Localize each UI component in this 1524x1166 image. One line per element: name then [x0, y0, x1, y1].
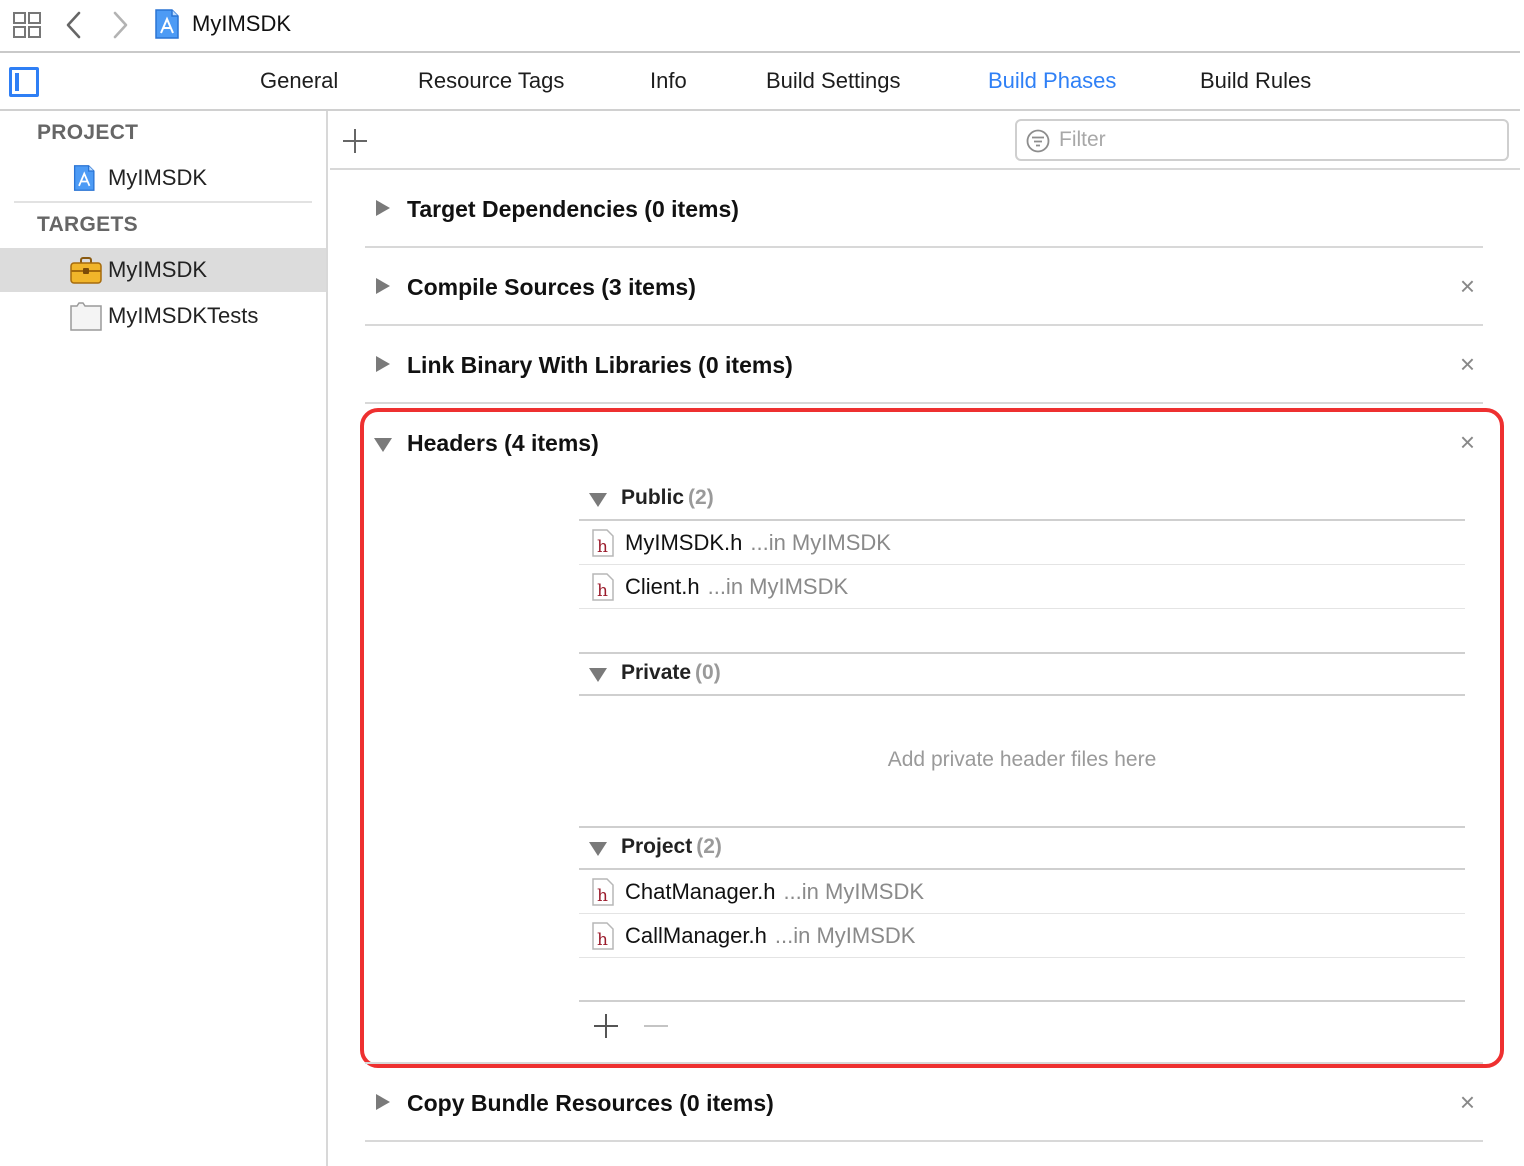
- headers-footer: [579, 1000, 1465, 1002]
- framework-toolbox-icon: [70, 257, 102, 284]
- header-file-icon: h: [592, 573, 614, 601]
- header-file-row[interactable]: h Client.h ...in MyIMSDK: [579, 565, 1465, 609]
- chevron-left-icon[interactable]: [62, 10, 86, 40]
- section-count: (0): [695, 661, 721, 684]
- header-file-icon: h: [592, 922, 614, 950]
- disclosure-triangle-icon[interactable]: [589, 493, 607, 507]
- section-name: Project: [621, 835, 693, 858]
- disclosure-triangle-icon[interactable]: [376, 278, 390, 294]
- close-icon[interactable]: ×: [1460, 429, 1475, 455]
- header-file-row[interactable]: h CallManager.h ...in MyIMSDK: [579, 914, 1465, 958]
- file-location: ...in MyIMSDK: [750, 530, 891, 555]
- file-name: ChatManager.h: [625, 879, 776, 904]
- divider: [579, 694, 1465, 696]
- svg-text:h: h: [597, 537, 608, 557]
- sidebar-item-target-myimsdk[interactable]: MyIMSDK: [0, 248, 326, 292]
- add-header-button[interactable]: [594, 1014, 618, 1038]
- section-name: Private: [621, 661, 692, 684]
- breadcrumb-project-label[interactable]: MyIMSDK: [192, 11, 291, 37]
- headers-project-section: Project (2) h ChatManager.h ...in MyIMSDK …: [579, 826, 1465, 958]
- phase-title: Headers (4 items): [407, 430, 599, 456]
- tab-resource-tags[interactable]: Resource Tags: [418, 68, 564, 94]
- section-header: Public (2): [579, 479, 1465, 519]
- divider: [365, 324, 1483, 326]
- divider: [579, 1000, 1465, 1002]
- targets-section-header: TARGETS: [37, 213, 138, 236]
- tab-general[interactable]: General: [260, 68, 338, 94]
- sidebar-item-label: MyIMSDK: [108, 257, 207, 282]
- divider: [365, 1062, 1483, 1064]
- top-toolbar: MyIMSDK: [0, 0, 1520, 53]
- file-name: MyIMSDK.h: [625, 530, 743, 555]
- sidebar-item-label: MyIMSDKTests: [108, 303, 259, 328]
- tab-build-rules[interactable]: Build Rules: [1200, 68, 1311, 94]
- disclosure-triangle-icon[interactable]: [589, 842, 607, 856]
- disclosure-triangle-icon[interactable]: [374, 438, 392, 452]
- section-header: Project (2): [579, 828, 1465, 868]
- disclosure-triangle-icon[interactable]: [376, 1094, 390, 1110]
- filter-field[interactable]: [1015, 119, 1509, 161]
- phase-title: Target Dependencies (0 items): [407, 196, 739, 222]
- phase-title: Compile Sources (3 items): [407, 274, 696, 300]
- build-phases-editor: Target Dependencies (0 items) Compile So…: [330, 111, 1520, 1166]
- divider: [365, 246, 1483, 248]
- editor-tab-bar: General Resource Tags Info Build Setting…: [0, 53, 1520, 111]
- empty-drop-hint: Add private header files here: [887, 748, 1157, 771]
- divider: [365, 402, 1483, 404]
- headers-public-section: Public (2) h MyIMSDK.h ...in MyIMSDK h Cli…: [579, 479, 1465, 609]
- header-file-row[interactable]: h ChatManager.h ...in MyIMSDK: [579, 870, 1465, 914]
- headers-private-section: Private (0) Add private header files here: [579, 652, 1465, 771]
- file-name: CallManager.h: [625, 923, 767, 948]
- phase-compile-sources[interactable]: Compile Sources (3 items) ×: [365, 273, 1483, 304]
- tab-info[interactable]: Info: [650, 68, 687, 94]
- disclosure-triangle-icon[interactable]: [376, 356, 390, 372]
- sidebar-toggle-icon[interactable]: [9, 67, 39, 97]
- section-name: Public: [621, 486, 685, 509]
- file-location: ...in MyIMSDK: [774, 923, 916, 948]
- disclosure-triangle-icon[interactable]: [589, 668, 607, 682]
- section-count: (2): [696, 835, 722, 858]
- grid-icon[interactable]: [13, 12, 41, 38]
- project-section-header: PROJECT: [37, 121, 139, 144]
- file-location: ...in MyIMSDK: [707, 574, 849, 599]
- header-file-icon: h: [592, 529, 614, 557]
- svg-text:h: h: [597, 581, 608, 601]
- close-icon[interactable]: ×: [1460, 351, 1475, 377]
- phase-title: Copy Bundle Resources (0 items): [407, 1090, 774, 1116]
- sidebar-divider: [14, 201, 312, 203]
- xcode-project-icon: [73, 165, 95, 191]
- header-file-row[interactable]: h MyIMSDK.h ...in MyIMSDK: [579, 521, 1465, 565]
- section-count: (2): [688, 486, 714, 509]
- close-icon[interactable]: ×: [1460, 273, 1475, 299]
- sidebar-item-target-myimsdktests[interactable]: MyIMSDKTests: [0, 294, 326, 338]
- tab-build-settings[interactable]: Build Settings: [766, 68, 901, 94]
- phase-target-dependencies[interactable]: Target Dependencies (0 items): [365, 196, 1483, 226]
- close-icon[interactable]: ×: [1460, 1089, 1475, 1115]
- headers-toolbar: [590, 1012, 710, 1042]
- tab-build-phases[interactable]: Build Phases: [988, 68, 1116, 94]
- test-bundle-icon: [70, 302, 102, 331]
- phase-title: Link Binary With Libraries (0 items): [407, 352, 793, 378]
- filter-icon: [1026, 129, 1050, 153]
- remove-header-button[interactable]: [644, 1025, 668, 1027]
- svg-text:h: h: [597, 930, 608, 950]
- svg-text:h: h: [597, 886, 608, 906]
- phase-headers[interactable]: Headers (4 items) ×: [365, 429, 1483, 460]
- disclosure-triangle-icon[interactable]: [376, 200, 390, 216]
- xcode-project-icon[interactable]: [154, 9, 180, 39]
- add-build-phase-button[interactable]: [342, 128, 368, 154]
- divider: [365, 1140, 1483, 1142]
- sidebar-item-label: MyIMSDK: [108, 165, 207, 190]
- file-name: Client.h: [625, 574, 700, 599]
- filter-input[interactable]: [1059, 125, 1489, 155]
- phase-copy-bundle-resources[interactable]: Copy Bundle Resources (0 items) ×: [365, 1089, 1483, 1120]
- header-file-icon: h: [592, 878, 614, 906]
- chevron-right-icon[interactable]: [108, 10, 132, 40]
- file-location: ...in MyIMSDK: [783, 879, 925, 904]
- project-target-sidebar: PROJECT MyIMSDK TARGETS MyIMSDK MyIMSDKT…: [0, 111, 328, 1166]
- divider: [330, 168, 1520, 170]
- phase-link-binary[interactable]: Link Binary With Libraries (0 items) ×: [365, 351, 1483, 382]
- sidebar-item-project[interactable]: MyIMSDK: [0, 156, 326, 200]
- section-header: Private (0): [579, 654, 1465, 694]
